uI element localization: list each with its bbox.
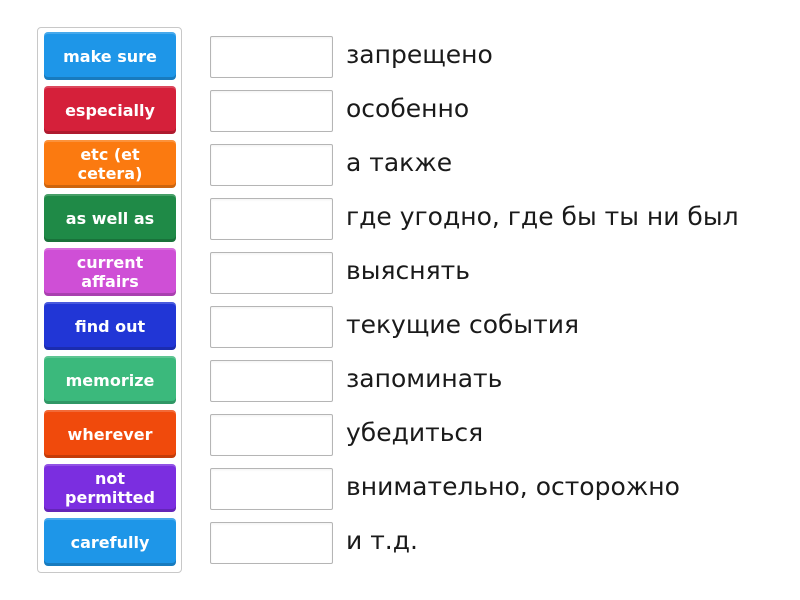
tile-label: make sure — [63, 46, 157, 66]
drop-box[interactable] — [210, 522, 333, 564]
prompt-text: и т.д. — [346, 526, 418, 555]
draggable-tile[interactable]: etc (et cetera) — [44, 140, 176, 188]
draggable-tile[interactable]: as well as — [44, 194, 176, 242]
prompt-text: внимательно, осторожно — [346, 472, 680, 501]
tile-tray: make sure especially etc (et cetera) as … — [37, 27, 182, 573]
tile-label: memorize — [65, 370, 155, 390]
drop-box[interactable] — [210, 306, 333, 348]
prompt-text: текущие события — [346, 310, 580, 339]
drop-box[interactable] — [210, 144, 333, 186]
drop-box[interactable] — [210, 468, 333, 510]
draggable-tile[interactable]: wherever — [44, 410, 176, 458]
drop-box[interactable] — [210, 198, 333, 240]
prompt-text: запрещено — [346, 40, 493, 69]
prompt-text: где угодно, где бы ты ни был — [346, 202, 739, 231]
drop-box[interactable] — [210, 360, 333, 402]
drop-box[interactable] — [210, 90, 333, 132]
prompt-text: выяснять — [346, 256, 470, 285]
tile-label: not permitted — [65, 469, 155, 507]
prompt-text: убедиться — [346, 418, 484, 447]
tile-label: wherever — [67, 424, 153, 444]
draggable-tile[interactable]: find out — [44, 302, 176, 350]
draggable-tile[interactable]: especially — [44, 86, 176, 134]
draggable-tile[interactable]: carefully — [44, 518, 176, 566]
tile-label: etc (et cetera) — [77, 145, 143, 183]
draggable-tile[interactable]: current affairs — [44, 248, 176, 296]
draggable-tile[interactable]: not permitted — [44, 464, 176, 512]
prompt-text: запоминать — [346, 364, 503, 393]
tile-label: carefully — [70, 532, 150, 552]
drop-box[interactable] — [210, 36, 333, 78]
tile-label: find out — [74, 316, 146, 336]
tile-label: current affairs — [76, 253, 144, 291]
drop-box[interactable] — [210, 252, 333, 294]
tile-label: especially — [65, 100, 155, 120]
draggable-tile[interactable]: memorize — [44, 356, 176, 404]
prompt-text: а также — [346, 148, 453, 177]
prompt-text: особенно — [346, 94, 470, 123]
drop-box[interactable] — [210, 414, 333, 456]
draggable-tile[interactable]: make sure — [44, 32, 176, 80]
tile-label: as well as — [65, 208, 155, 228]
